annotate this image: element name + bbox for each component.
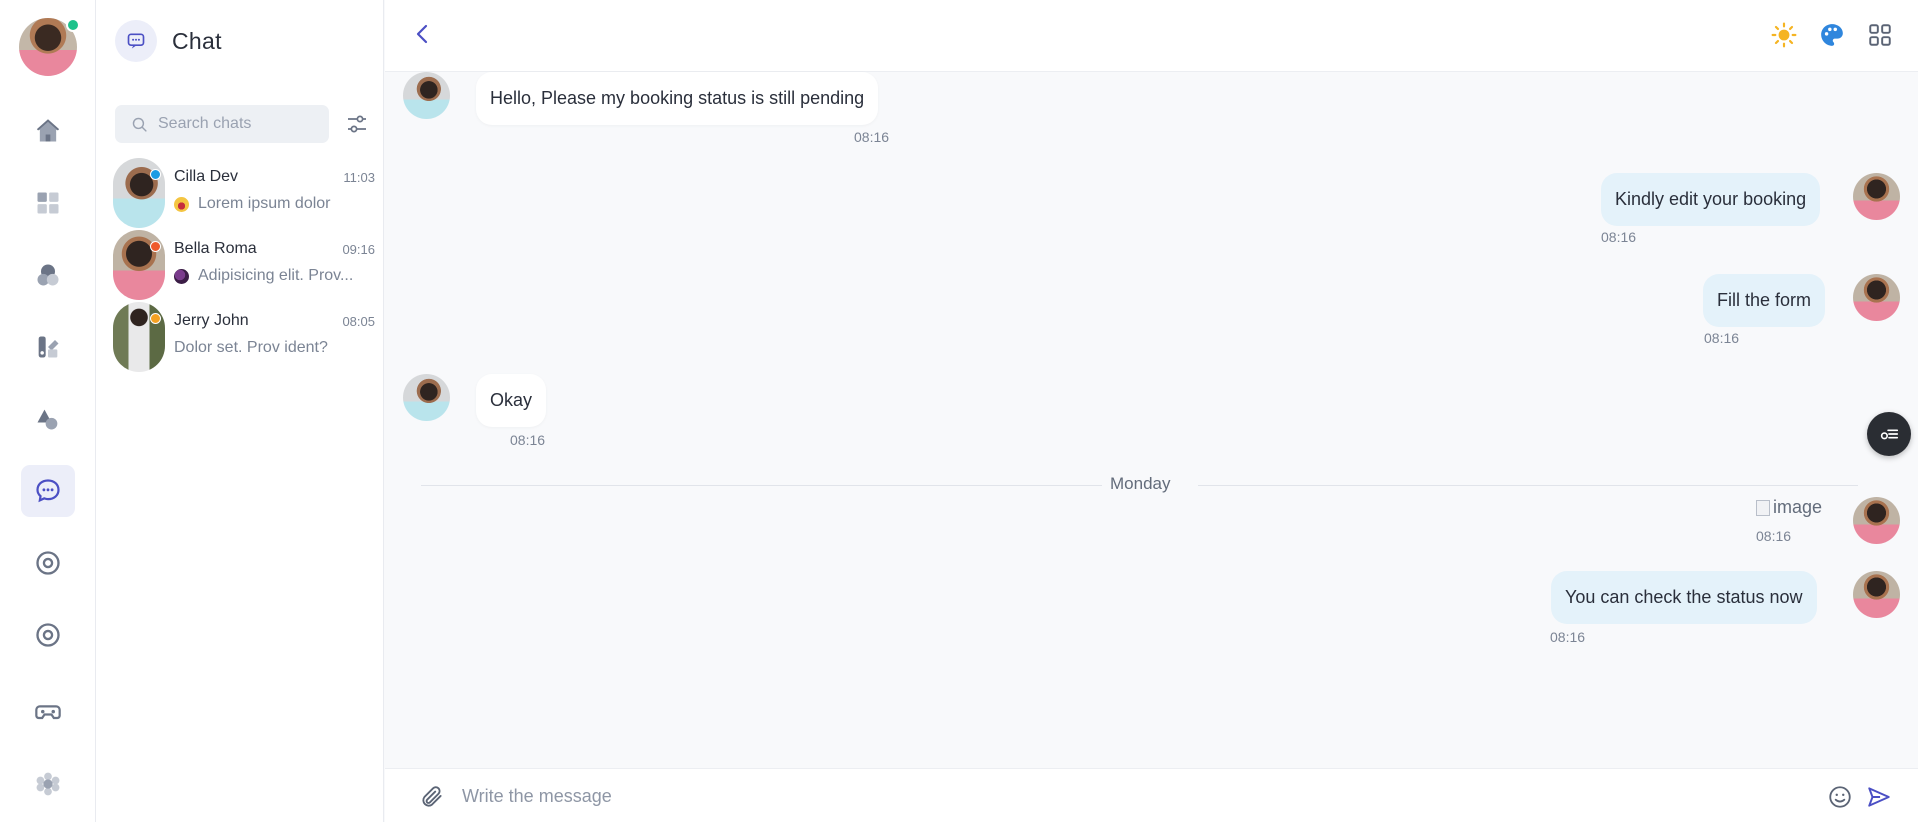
emoji-icon bbox=[174, 268, 189, 284]
message-time: 08:16 bbox=[510, 432, 546, 448]
customizer-toggle-button[interactable] bbox=[1867, 412, 1911, 456]
chat-time: 08:05 bbox=[342, 314, 375, 329]
triangle-circle-icon bbox=[37, 409, 58, 430]
chat-time: 09:16 bbox=[342, 242, 375, 257]
target-icon bbox=[36, 623, 60, 647]
message-time: 08:16 bbox=[1601, 229, 1637, 245]
message-bubble: Hello, Please my booking status is still… bbox=[476, 72, 879, 125]
chat-preview: Adipisicing elit. Prov... bbox=[174, 267, 353, 285]
contact-name: Cilla Dev bbox=[174, 168, 239, 185]
chat-time: 11:03 bbox=[343, 170, 375, 185]
status-badge bbox=[150, 241, 161, 252]
chat-preview: Lorem ipsum dolor bbox=[174, 195, 331, 213]
settings-icon bbox=[36, 772, 60, 796]
chat-header-icon bbox=[115, 20, 157, 62]
target-icon bbox=[36, 551, 60, 575]
home-nav[interactable] bbox=[21, 105, 75, 157]
apps-icon bbox=[38, 336, 59, 358]
panel-title: Chat bbox=[172, 27, 222, 54]
contact-name: Bella Roma bbox=[174, 240, 257, 257]
status-badge bbox=[150, 313, 161, 324]
dashboard-icon bbox=[37, 192, 59, 214]
message-bubble: Kindly edit your booking bbox=[1601, 173, 1821, 226]
broken-image-icon bbox=[1756, 499, 1770, 516]
chat-icon bbox=[36, 479, 60, 503]
shapes-nav[interactable] bbox=[21, 249, 75, 301]
message-bubble: You can check the status now bbox=[1551, 571, 1817, 624]
search-icon bbox=[132, 117, 147, 132]
chat-preview: Dolor set. Prov ident? bbox=[174, 339, 328, 357]
message-text: Okay bbox=[490, 390, 533, 410]
settings-toggle-icon bbox=[1880, 429, 1899, 440]
chat-list-item[interactable]: Cilla Dev 11:03 Lorem ipsum dolor bbox=[113, 158, 375, 228]
message-time: 08:16 bbox=[1756, 528, 1792, 544]
message-input[interactable] bbox=[462, 782, 1762, 810]
message-text: Fill the form bbox=[1717, 290, 1812, 310]
message-text: You can check the status now bbox=[1565, 587, 1803, 607]
icon-sidebar bbox=[0, 0, 96, 822]
sender-avatar bbox=[403, 374, 450, 421]
chat-list-item[interactable]: Jerry John 08:05 Dolor set. Prov ident? bbox=[113, 302, 375, 372]
palette-icon[interactable] bbox=[1819, 22, 1845, 48]
image-attachment[interactable]: image bbox=[1756, 497, 1822, 518]
my-avatar bbox=[1853, 173, 1900, 220]
message-bubble: Fill the form bbox=[1703, 274, 1826, 327]
contact-name: Jerry John bbox=[174, 312, 249, 329]
online-status-dot bbox=[66, 18, 80, 32]
divider-line-right bbox=[1198, 485, 1858, 486]
image-alt-text: image bbox=[1773, 497, 1823, 517]
gamepad-nav[interactable] bbox=[21, 685, 75, 737]
emoji-picker-icon[interactable] bbox=[1827, 784, 1853, 810]
target-nav-1[interactable] bbox=[21, 537, 75, 589]
message-time: 08:16 bbox=[854, 129, 890, 145]
message-composer bbox=[385, 768, 1918, 822]
preview-text: Dolor set. Prov ident? bbox=[174, 339, 328, 356]
target-nav-2[interactable] bbox=[21, 609, 75, 661]
day-divider-label: Monday bbox=[1110, 474, 1171, 493]
sun-icon[interactable] bbox=[1771, 22, 1797, 48]
dashboard-nav[interactable] bbox=[21, 177, 75, 229]
my-avatar bbox=[1853, 274, 1900, 321]
message-bubble: Okay bbox=[476, 374, 547, 427]
sender-avatar bbox=[403, 72, 450, 119]
search-input[interactable] bbox=[158, 115, 318, 133]
paperclip-icon[interactable] bbox=[419, 784, 445, 810]
settings-nav[interactable] bbox=[21, 758, 75, 810]
message-time: 08:16 bbox=[1550, 629, 1586, 645]
filter-button[interactable] bbox=[343, 110, 371, 138]
status-badge bbox=[150, 169, 161, 180]
chat-list-panel: Chat Cilla Dev 11:03 Lorem ipsum dolor B… bbox=[96, 0, 384, 822]
divider-line-left bbox=[421, 485, 1102, 486]
apps-grid-icon[interactable] bbox=[1867, 22, 1893, 48]
emoji-icon bbox=[174, 196, 189, 212]
search-box bbox=[115, 105, 329, 143]
preview-text: Adipisicing elit. Prov... bbox=[198, 267, 354, 284]
apps-nav[interactable] bbox=[21, 321, 75, 373]
home-icon bbox=[36, 119, 60, 142]
message-time: 08:16 bbox=[1704, 330, 1740, 346]
gamepad-icon bbox=[35, 705, 61, 720]
message-text: Kindly edit your booking bbox=[1615, 189, 1807, 209]
chat-list-item[interactable]: Bella Roma 09:16 Adipisicing elit. Prov.… bbox=[113, 230, 375, 300]
panel-header: Chat bbox=[115, 20, 222, 62]
sliders-icon bbox=[348, 115, 366, 133]
message-text: Hello, Please my booking status is still… bbox=[490, 88, 865, 108]
send-icon[interactable] bbox=[1866, 784, 1892, 810]
back-arrow-icon[interactable] bbox=[411, 22, 435, 46]
chat-nav[interactable] bbox=[21, 465, 75, 517]
shapes-icon bbox=[37, 264, 59, 286]
conversation-topbar bbox=[385, 0, 1918, 72]
preview-text: Lorem ipsum dolor bbox=[198, 195, 331, 212]
my-avatar bbox=[1853, 571, 1900, 618]
my-avatar bbox=[1853, 497, 1900, 544]
user-avatar[interactable] bbox=[19, 18, 80, 76]
triangle-circle-nav[interactable] bbox=[21, 393, 75, 445]
